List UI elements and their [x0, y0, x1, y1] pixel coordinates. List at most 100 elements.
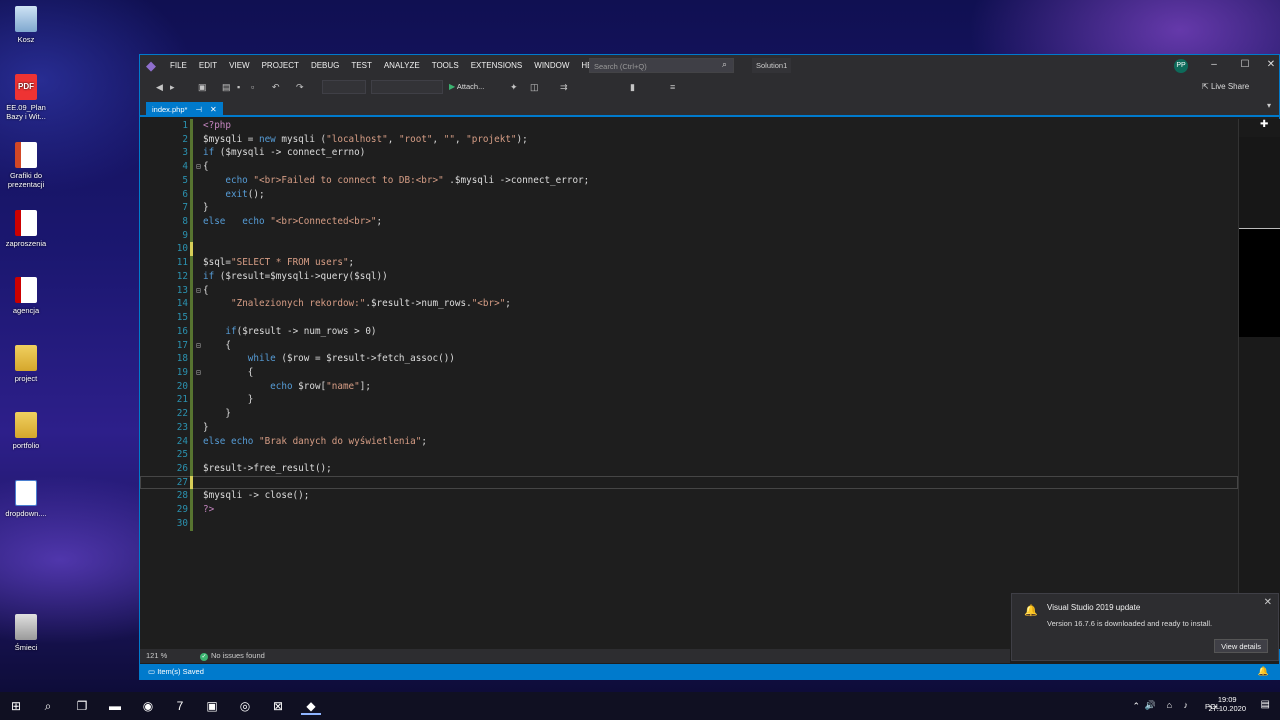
close-notification-icon[interactable]: ✕	[1264, 597, 1272, 608]
start-icon[interactable]: ⊞	[6, 697, 26, 715]
back-icon[interactable]: ◀	[156, 80, 163, 94]
desktop-icon-portfolio[interactable]: portfolio	[2, 412, 50, 450]
code-line[interactable]: 23}	[140, 420, 1238, 435]
desktop-icon-zaproszenia[interactable]: zaproszenia	[2, 210, 50, 248]
close-tab-icon[interactable]: ✕	[210, 105, 217, 114]
forward-icon[interactable]: ▸	[170, 80, 175, 94]
code-line[interactable]: 6 exit();	[140, 187, 1238, 202]
notifications-icon[interactable]: 🔔	[1258, 666, 1269, 677]
menu-tools[interactable]: TOOLS	[432, 61, 459, 70]
network-icon[interactable]: ⌂	[1167, 700, 1172, 710]
desktop-icon-recycle-bin[interactable]: Kosz	[2, 6, 50, 44]
issues-indicator[interactable]: ✓ No issues found	[200, 651, 265, 661]
7zip-icon[interactable]: 7	[170, 697, 190, 715]
code-line[interactable]: 9	[140, 228, 1238, 243]
code-line[interactable]: 4 ⊟{	[140, 160, 1238, 174]
tab-index-php[interactable]: index.php* ⊣ ✕	[146, 102, 223, 117]
code-line[interactable]: 3 if ($mysqli -> connect_errno)	[140, 146, 1238, 161]
search-icon[interactable]: ⌕	[38, 697, 58, 715]
screenshot-icon[interactable]: ◫	[530, 80, 539, 94]
save-icon[interactable]: ▪	[237, 80, 240, 94]
clock[interactable]: 19:09 27.10.2020	[1208, 695, 1246, 713]
search-icon[interactable]: ⌕	[722, 59, 727, 70]
xampp-icon[interactable]: ⊠	[268, 697, 288, 715]
code-line[interactable]: 27	[140, 475, 1238, 490]
new-item-icon[interactable]: ▣	[198, 80, 207, 94]
task-view-icon[interactable]: ❐	[72, 697, 92, 715]
desktop-icon-agencja[interactable]: agencja	[2, 277, 50, 315]
menu-test[interactable]: TEST	[351, 61, 371, 70]
zoom-level[interactable]: 121 %	[146, 651, 167, 660]
code-line[interactable]: 1 <?php	[140, 119, 1238, 133]
menu-extensions[interactable]: EXTENSIONS	[471, 61, 523, 70]
code-line[interactable]: 15	[140, 311, 1238, 325]
tray-expand-icon[interactable]: ⌃	[1132, 701, 1140, 712]
desktop-icon-presentation[interactable]: Grafiki do prezentacji	[2, 142, 50, 189]
code-line[interactable]: 8 else echo "<br>Connected<br>";	[140, 215, 1238, 229]
code-line[interactable]: 26 $result->free_result();	[140, 461, 1238, 476]
code-line[interactable]: 25	[140, 448, 1238, 462]
app-icon[interactable]: ◎	[235, 697, 255, 715]
code-line[interactable]: 22 }	[140, 407, 1238, 421]
menu-debug[interactable]: DEBUG	[311, 61, 339, 70]
code-line[interactable]: 24 else echo "Brak danych do wyświetlenia…	[140, 434, 1238, 449]
code-line[interactable]: 19 ⊟ {	[140, 365, 1238, 380]
code-line[interactable]: 20 echo $row["name"];	[140, 379, 1238, 394]
action-center-icon[interactable]: ▤	[1261, 699, 1270, 710]
save-all-icon[interactable]: ▫	[251, 80, 254, 94]
avatar[interactable]: PP	[1174, 59, 1188, 73]
maximize-icon[interactable]: ☐	[1236, 58, 1254, 72]
code-line[interactable]: 7}	[140, 201, 1238, 216]
visual-studio-taskbar-icon[interactable]: ◆	[301, 697, 321, 715]
volume-icon[interactable]: 🔊	[1145, 700, 1156, 711]
redo-icon[interactable]: ↷	[296, 80, 304, 94]
desktop-icon-dropdown[interactable]: dropdown....	[2, 480, 50, 518]
desktop-icon-pdf[interactable]: PDF EE.09_Plan Bazy i Wit...	[2, 74, 50, 121]
minimap-viewport[interactable]	[1239, 137, 1280, 229]
menu-edit[interactable]: EDIT	[199, 61, 217, 70]
minimize-icon[interactable]: –	[1205, 58, 1223, 72]
view-details-button[interactable]: View details	[1214, 639, 1268, 653]
code-line[interactable]: 13 ⊟{	[140, 283, 1238, 298]
configuration-dropdown[interactable]	[322, 80, 366, 94]
menu-file[interactable]: FILE	[170, 61, 187, 70]
code-line[interactable]: 10	[140, 242, 1238, 257]
code-editor[interactable]: 1 <?php 2 $mysqli = new mysqli ("localhost"…	[140, 119, 1238, 649]
tab-overflow-icon[interactable]: ▾	[1267, 101, 1271, 110]
code-line[interactable]: 21 }	[140, 393, 1238, 408]
bookmark-icon[interactable]: ▮	[630, 80, 635, 94]
code-line[interactable]: 14 "Znalezionych rekordow:".$result->num…	[140, 297, 1238, 312]
code-line[interactable]: 12 if ($result=$mysqli->query($sql))	[140, 269, 1238, 284]
menu-view[interactable]: VIEW	[229, 61, 249, 70]
pin-icon[interactable]: ⊣	[195, 105, 202, 114]
close-icon[interactable]: ✕	[1262, 58, 1280, 72]
code-line[interactable]: 17 ⊟ {	[140, 338, 1238, 353]
browser-link-icon[interactable]: ✦	[510, 80, 518, 94]
attach-button[interactable]: ▶ Attach...	[449, 80, 484, 94]
code-line[interactable]: 30	[140, 516, 1238, 531]
code-line[interactable]: 2 $mysqli = new mysqli ("localhost", "roo…	[140, 132, 1238, 147]
menu-analyze[interactable]: ANALYZE	[384, 61, 420, 70]
code-lines[interactable]: 1 <?php 2 $mysqli = new mysqli ("localhost"…	[140, 119, 1238, 531]
desktop-icon-project[interactable]: project	[2, 345, 50, 383]
desktop-icon-smieci[interactable]: Śmieci	[2, 614, 50, 652]
platform-dropdown[interactable]	[371, 80, 443, 94]
file-explorer-icon[interactable]: ▬	[105, 697, 125, 715]
code-line[interactable]: 5 echo "<br>Failed to connect to DB:<br>…	[140, 173, 1238, 188]
comment-icon[interactable]: ≡	[670, 80, 675, 94]
menu-project[interactable]: PROJECT	[262, 61, 299, 70]
split-editor-icon[interactable]: ✚	[1260, 119, 1268, 130]
search-input[interactable]: Search (Ctrl+Q)	[589, 58, 734, 73]
code-line[interactable]: 16 if($result -> num_rows > 0)	[140, 324, 1238, 339]
step-icon[interactable]: ⇉	[560, 80, 568, 94]
code-line[interactable]: 29 ?>	[140, 503, 1238, 517]
speaker-icon[interactable]: ♪	[1184, 700, 1189, 710]
menu-window[interactable]: WINDOW	[534, 61, 569, 70]
live-share-button[interactable]: ⇱ Live Share	[1202, 80, 1249, 94]
code-line[interactable]: 28 $mysqli -> close();	[140, 489, 1238, 504]
undo-icon[interactable]: ↶	[272, 80, 280, 94]
open-icon[interactable]: ▤	[222, 80, 231, 94]
chrome-icon[interactable]: ◉	[138, 697, 158, 715]
code-line[interactable]: 11 $sql="SELECT * FROM users";	[140, 256, 1238, 270]
code-line[interactable]: 18 while ($row = $result->fetch_assoc())	[140, 352, 1238, 366]
